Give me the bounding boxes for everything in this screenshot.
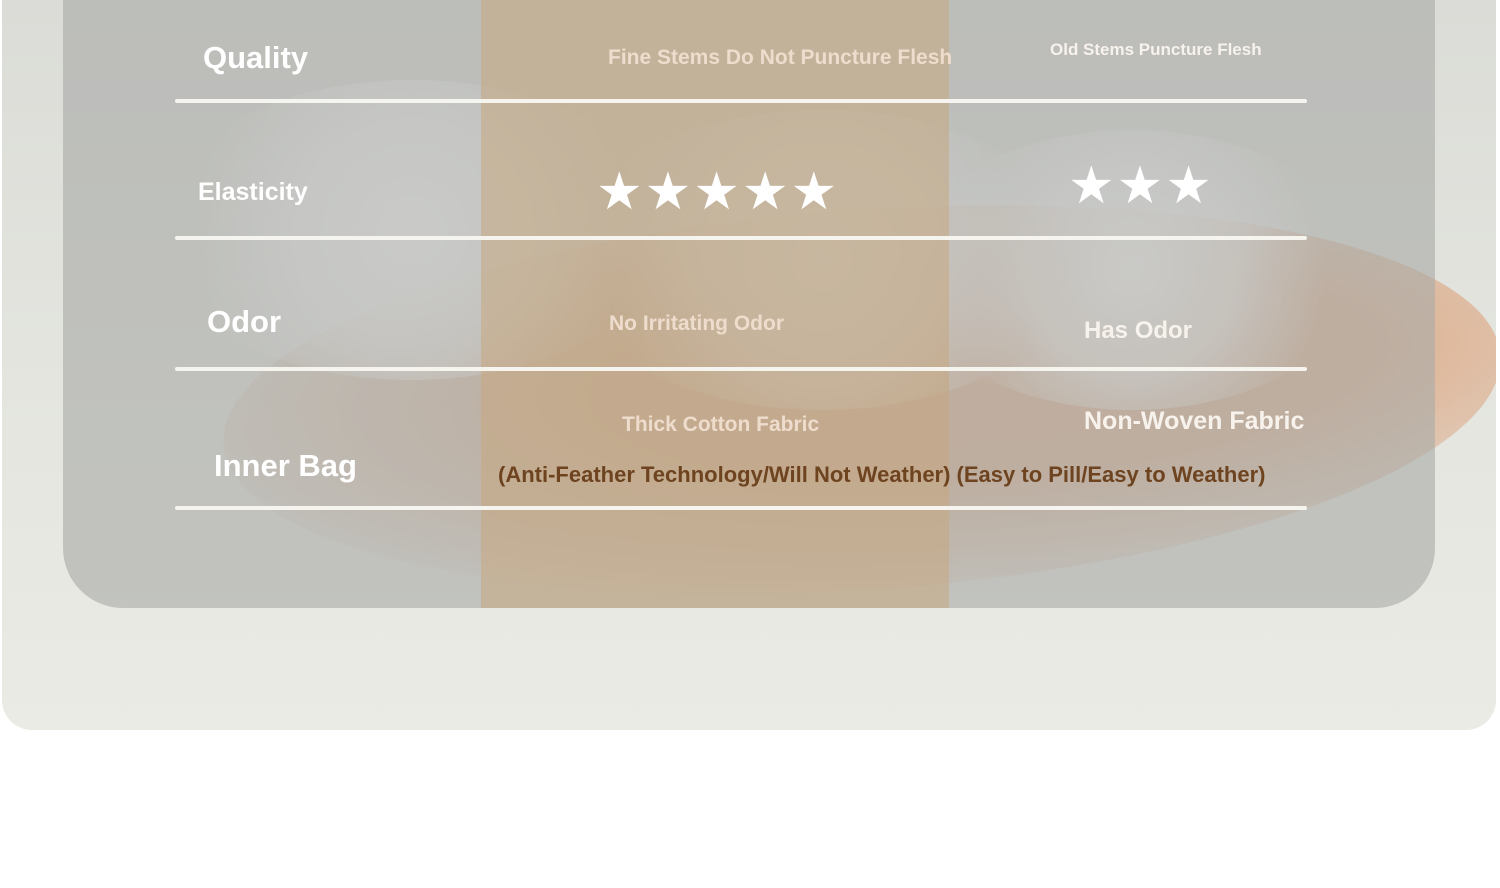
star-icon: ★★★★★ <box>596 163 840 221</box>
highlight-column <box>481 0 949 608</box>
quality-ours-text: Fine Stems Do Not Puncture Flesh <box>608 46 953 69</box>
odor-ours-text: No Irritating Odor <box>609 312 784 335</box>
row-divider <box>175 367 1307 371</box>
inner-bag-ours-text: Thick Cotton Fabric <box>622 413 820 436</box>
row-divider <box>175 236 1307 240</box>
inner-bag-theirs-text: Non-Woven Fabric <box>1084 407 1305 435</box>
odor-theirs-text: Has Odor <box>1084 317 1193 344</box>
row-label-quality: Quality <box>203 40 309 75</box>
inner-bag-footnote: (Anti-Feather Technology/Will Not Weathe… <box>498 462 1266 487</box>
quality-theirs-text: Old Stems Puncture Flesh <box>1050 40 1262 59</box>
row-label-inner-bag: Inner Bag <box>214 448 357 483</box>
row-label-elasticity: Elasticity <box>198 178 308 206</box>
row-divider <box>175 506 1307 510</box>
star-icon: ★★★ <box>1068 157 1214 215</box>
row-label-odor: Odor <box>207 304 282 339</box>
row-divider <box>175 99 1307 103</box>
